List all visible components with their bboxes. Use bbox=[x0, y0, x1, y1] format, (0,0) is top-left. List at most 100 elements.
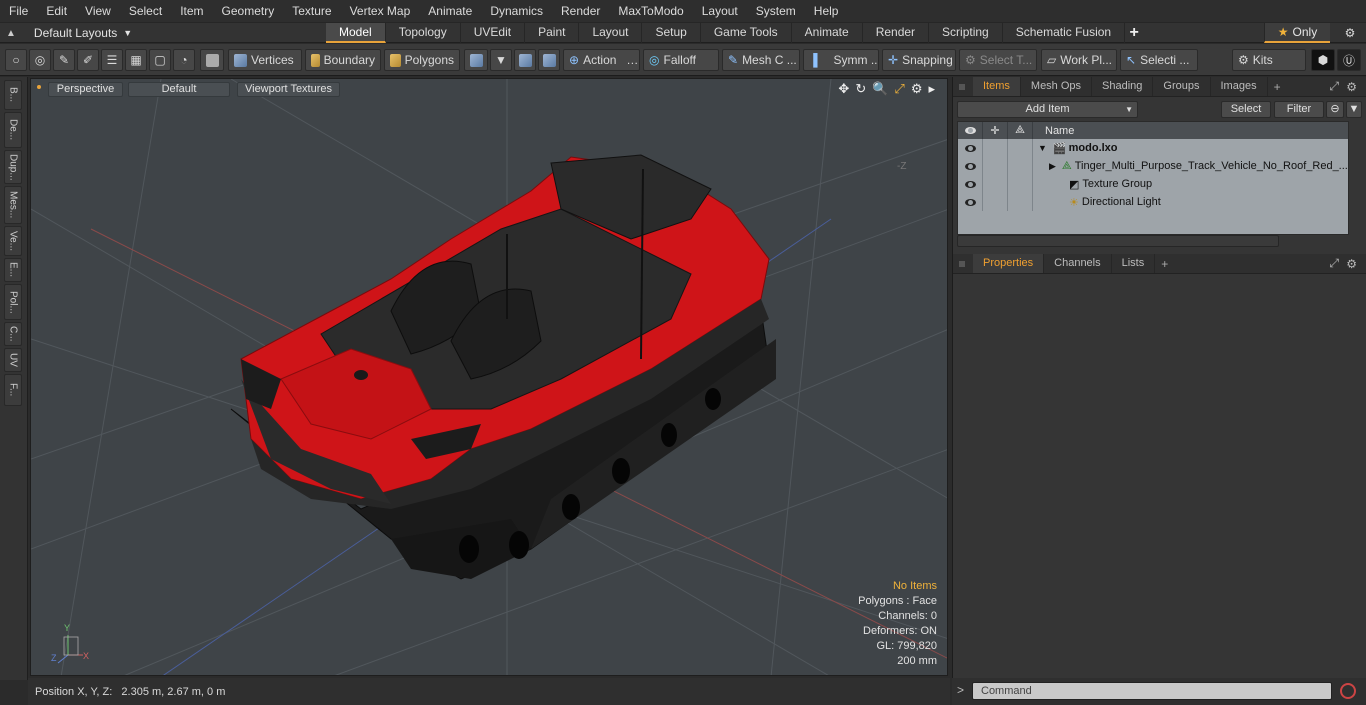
snap-shield-icon[interactable] bbox=[514, 49, 536, 71]
tab-schematic-fusion[interactable]: Schematic Fusion bbox=[1003, 23, 1126, 43]
left-tab-edge[interactable]: E... bbox=[4, 258, 22, 282]
tab-topology[interactable]: Topology bbox=[386, 23, 461, 43]
pan-icon[interactable]: ✥ bbox=[838, 81, 849, 97]
menu-file[interactable]: File bbox=[0, 0, 37, 22]
expand-arrow-icon[interactable]: ▸ bbox=[928, 81, 935, 97]
polygons-button[interactable]: Polygons bbox=[384, 49, 460, 71]
select-circle-icon[interactable]: ○ bbox=[5, 49, 27, 71]
vehicle-model[interactable] bbox=[230, 154, 776, 580]
menu-system[interactable]: System bbox=[747, 0, 805, 22]
visibility-eye-icon[interactable] bbox=[958, 139, 983, 157]
unity-icon[interactable]: ⬢ bbox=[1311, 49, 1335, 71]
visibility-eye-icon[interactable] bbox=[958, 175, 983, 193]
menu-select[interactable]: Select bbox=[120, 0, 171, 22]
viewport-settings-icon[interactable]: ⚙ bbox=[911, 81, 923, 97]
add-item-button[interactable]: Add Item ▼ bbox=[957, 100, 1138, 118]
tab-layout[interactable]: Layout bbox=[579, 23, 643, 43]
left-tab-basic[interactable]: B... bbox=[4, 80, 22, 110]
tab-items[interactable]: Items bbox=[973, 77, 1021, 96]
only-toggle[interactable]: ★ Only bbox=[1264, 23, 1330, 43]
tab-game-tools[interactable]: Game Tools bbox=[701, 23, 792, 43]
symmetry-button[interactable]: ▐ Symm ... bbox=[803, 49, 879, 71]
tab-paint[interactable]: Paint bbox=[525, 23, 580, 43]
zoom-icon[interactable]: 🔍 bbox=[872, 81, 888, 97]
selection-sets-button[interactable]: ↖ Selecti ... bbox=[1120, 49, 1198, 71]
falloff-button[interactable]: ◎ Falloff bbox=[643, 49, 719, 71]
add-tab-icon[interactable]: + bbox=[1125, 23, 1143, 43]
shading-dropdown[interactable]: Default bbox=[128, 82, 230, 97]
clock-icon[interactable]: ◔ bbox=[173, 49, 195, 71]
work-plane-button[interactable]: ▱ Work Pl... bbox=[1041, 49, 1117, 71]
left-tab-mesh[interactable]: Mes... bbox=[4, 186, 22, 224]
command-input[interactable]: Command bbox=[972, 682, 1332, 700]
tree-row-mesh[interactable]: ▶ ⟁ Tinger_Multi_Purpose_Track_Vehicle_N… bbox=[958, 157, 1348, 175]
tree-row-light[interactable]: ☀ Directional Light bbox=[958, 193, 1348, 211]
viewport-textures-dropdown[interactable]: Viewport Textures bbox=[237, 82, 340, 97]
pen-icon[interactable]: ✎ bbox=[53, 49, 75, 71]
item-mode-icon[interactable] bbox=[200, 49, 224, 71]
tab-properties[interactable]: Properties bbox=[973, 254, 1045, 273]
kits-button[interactable]: ⚙ Kits bbox=[1232, 49, 1306, 71]
rotate-icon[interactable]: ↻ bbox=[855, 81, 866, 97]
square-icon[interactable]: ▢ bbox=[149, 49, 171, 71]
menu-render[interactable]: Render bbox=[552, 0, 609, 22]
add-panel-tab-icon[interactable]: + bbox=[1274, 80, 1281, 94]
tab-scripting[interactable]: Scripting bbox=[929, 23, 1003, 43]
tree-row-scene[interactable]: ▼ 🎬 modo.lxo bbox=[958, 139, 1348, 157]
tab-lists[interactable]: Lists bbox=[1112, 254, 1156, 273]
select-button[interactable]: Select bbox=[1221, 100, 1271, 118]
tab-model[interactable]: Model bbox=[326, 23, 386, 43]
chevron-down-icon[interactable]: ▼ bbox=[490, 49, 512, 71]
menu-item[interactable]: Item bbox=[171, 0, 212, 22]
visibility-eye-icon[interactable] bbox=[958, 193, 983, 211]
panel-settings-icon[interactable]: ⚙ bbox=[1346, 257, 1357, 271]
brush-icon[interactable]: ✐ bbox=[77, 49, 99, 71]
material-icon[interactable] bbox=[464, 49, 488, 71]
tab-setup[interactable]: Setup bbox=[642, 23, 701, 43]
filter-button[interactable]: Filter bbox=[1274, 100, 1324, 118]
3d-viewport[interactable]: -Z Y X Z Perspective Default Viewport Te… bbox=[30, 78, 948, 676]
tab-shading[interactable]: Shading bbox=[1092, 77, 1154, 96]
stack-icon[interactable]: ☰ bbox=[101, 49, 123, 71]
tab-animate[interactable]: Animate bbox=[792, 23, 863, 43]
panel-expand-icon[interactable]: ⤢ bbox=[1329, 256, 1339, 271]
boundary-button[interactable]: Boundary bbox=[305, 49, 381, 71]
grid-icon[interactable]: ▦ bbox=[125, 49, 147, 71]
expand-triangle-icon[interactable]: ▶ bbox=[1049, 161, 1056, 172]
add-panel-tab-icon[interactable]: + bbox=[1161, 257, 1168, 271]
globe-icon[interactable]: ◎ bbox=[29, 49, 51, 71]
tree-row-texture-group[interactable]: ◩ Texture Group bbox=[958, 175, 1348, 193]
vertices-button[interactable]: Vertices bbox=[228, 49, 302, 71]
tab-groups[interactable]: Groups bbox=[1153, 77, 1211, 96]
unreal-icon[interactable]: Ⓤ bbox=[1337, 49, 1361, 71]
menu-maxtomodo[interactable]: MaxToModo bbox=[609, 0, 692, 22]
menu-layout[interactable]: Layout bbox=[693, 0, 747, 22]
tab-render[interactable]: Render bbox=[863, 23, 930, 43]
visibility-column-icon[interactable] bbox=[958, 122, 983, 139]
snapping-button[interactable]: ✛ Snapping bbox=[882, 49, 956, 71]
tab-uvedit[interactable]: UVEdit bbox=[461, 23, 526, 43]
locator-column-icon[interactable]: ⟁ bbox=[1008, 122, 1033, 139]
menu-animate[interactable]: Animate bbox=[419, 0, 481, 22]
funnel-icon[interactable]: ▼ bbox=[1346, 100, 1362, 118]
menu-help[interactable]: Help bbox=[805, 0, 848, 22]
menu-geometry[interactable]: Geometry bbox=[213, 0, 284, 22]
visibility-eye-icon[interactable] bbox=[958, 157, 983, 175]
collapse-icon[interactable]: ⊖ bbox=[1326, 100, 1344, 118]
left-tab-deform[interactable]: De... bbox=[4, 112, 22, 148]
left-tab-curve[interactable]: C... bbox=[4, 322, 22, 346]
symmetry-shield-icon[interactable] bbox=[538, 49, 560, 71]
lock-column-icon[interactable]: ✛ bbox=[983, 122, 1008, 139]
panel-expand-icon[interactable]: ⤢ bbox=[1329, 79, 1339, 94]
mesh-constraints-button[interactable]: ✎ Mesh C ... bbox=[722, 49, 800, 71]
left-tab-duplicate[interactable]: Dup... bbox=[4, 150, 22, 184]
select-through-button[interactable]: ⚙ Select T... bbox=[959, 49, 1037, 71]
record-icon[interactable] bbox=[1340, 683, 1356, 699]
left-tab-uv[interactable]: UV bbox=[4, 348, 22, 372]
tab-mesh-ops[interactable]: Mesh Ops bbox=[1021, 77, 1093, 96]
gear-icon[interactable]: ⚙ bbox=[1334, 23, 1366, 43]
name-column-header[interactable]: Name bbox=[1045, 125, 1074, 137]
left-tab-polygon[interactable]: Pol... bbox=[4, 284, 22, 320]
menu-view[interactable]: View bbox=[76, 0, 120, 22]
tree-horizontal-scrollbar[interactable] bbox=[957, 235, 1279, 247]
